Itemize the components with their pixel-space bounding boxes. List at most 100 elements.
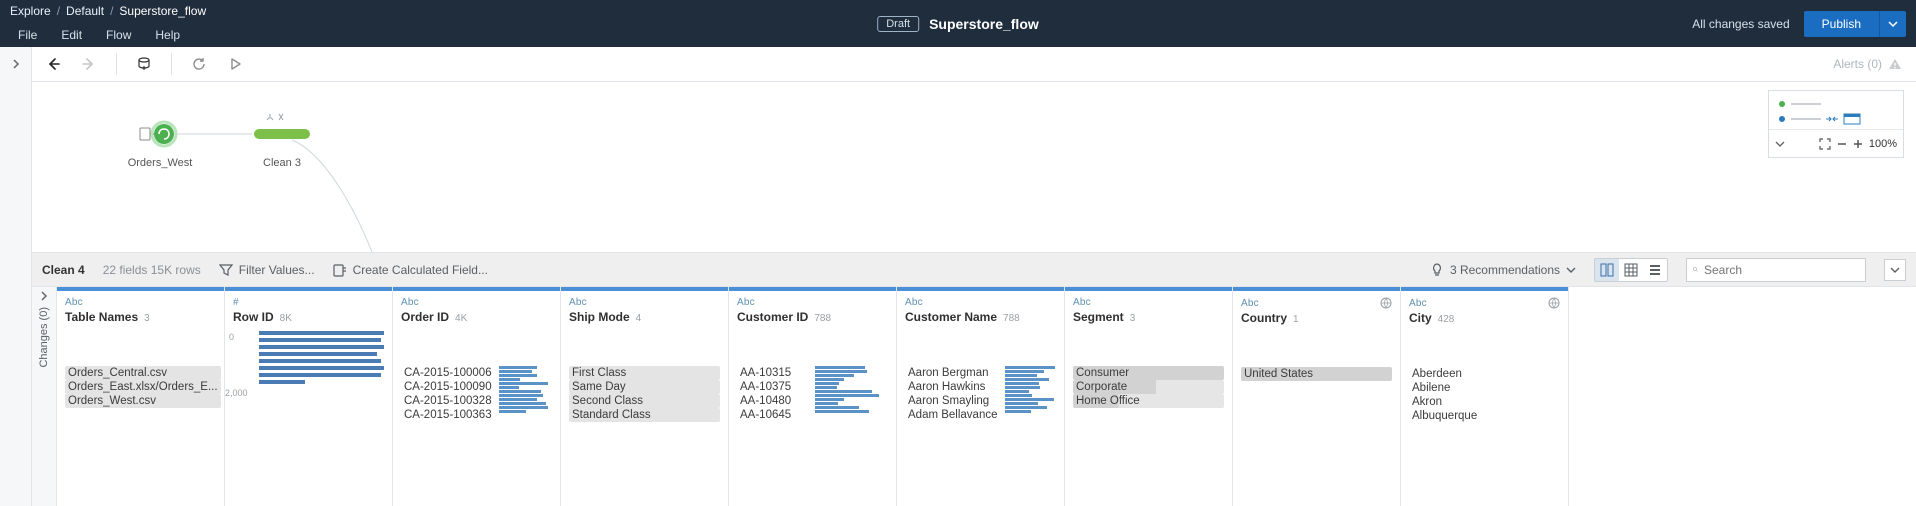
field-histogram[interactable]: 02,000 xyxy=(225,330,392,400)
refresh-button[interactable] xyxy=(186,51,212,77)
field-type-badge[interactable]: Abc xyxy=(65,297,83,308)
fit-screen-button[interactable] xyxy=(1819,138,1831,150)
view-profile-button[interactable] xyxy=(1595,259,1619,281)
field-name[interactable]: Segment xyxy=(1073,310,1124,324)
field-value[interactable]: Orders_West.csv xyxy=(65,394,221,408)
alerts-indicator[interactable]: Alerts (0) xyxy=(1833,57,1908,71)
field-value[interactable]: CA-2015-100328 xyxy=(401,394,495,408)
menu-flow[interactable]: Flow xyxy=(94,24,143,46)
create-calc-button[interactable]: Create Calculated Field... xyxy=(333,263,488,277)
filter-values-button[interactable]: Filter Values... xyxy=(219,263,315,277)
expand-changes[interactable] xyxy=(39,291,49,301)
profile-column[interactable]: AbcCity428AberdeenAbileneAkronAlbuquerqu… xyxy=(1401,287,1569,506)
field-value[interactable]: Aaron Hawkins xyxy=(905,380,1001,394)
zoom-out-button[interactable] xyxy=(1837,139,1847,149)
field-value[interactable]: Aberdeen xyxy=(1409,367,1560,381)
field-value[interactable]: CA-2015-100363 xyxy=(401,408,495,422)
field-name[interactable]: Country xyxy=(1241,311,1287,325)
geo-role-icon[interactable] xyxy=(1548,297,1560,309)
profile-column[interactable]: AbcOrder ID4KCA-2015-100006CA-2015-10009… xyxy=(393,287,561,506)
field-value[interactable]: Aaron Smayling xyxy=(905,394,1001,408)
breadcrumb-space[interactable]: Default xyxy=(66,4,104,18)
mini-histogram-bar xyxy=(815,406,860,409)
field-value[interactable]: Second Class xyxy=(569,394,720,408)
flow-canvas[interactable]: Orders_West Clean 3 xyxy=(32,82,1916,252)
profile-column[interactable]: AbcCustomer ID788AA-10315AA-10375AA-1048… xyxy=(729,287,897,506)
field-value[interactable]: Standard Class xyxy=(569,408,720,422)
geo-role-icon[interactable] xyxy=(1380,297,1392,309)
profile-column[interactable]: AbcCustomer Name788Aaron BergmanAaron Ha… xyxy=(897,287,1065,506)
publish-button[interactable]: Publish xyxy=(1804,11,1879,37)
profile-column[interactable]: AbcShip Mode4First ClassSame DaySecond C… xyxy=(561,287,729,506)
field-value[interactable]: United States xyxy=(1241,367,1392,381)
menu-file[interactable]: File xyxy=(6,24,49,46)
field-type-badge[interactable]: Abc xyxy=(569,297,587,308)
field-value[interactable]: Orders_East.xlsx/Orders_E... xyxy=(65,380,221,394)
histogram-bar[interactable] xyxy=(259,373,381,377)
field-value[interactable]: Abilene xyxy=(1409,381,1560,395)
search-box[interactable] xyxy=(1686,258,1866,282)
field-value[interactable]: Corporate xyxy=(1073,380,1224,394)
field-value[interactable]: Same Day xyxy=(569,380,720,394)
run-flow-button[interactable] xyxy=(222,51,248,77)
field-name[interactable]: Order ID xyxy=(401,310,449,324)
field-value[interactable]: AA-10315 xyxy=(737,366,811,380)
field-type-badge[interactable]: Abc xyxy=(905,297,923,308)
field-value[interactable]: Akron xyxy=(1409,395,1560,409)
profile-column[interactable]: AbcCountry1United States xyxy=(1233,287,1401,506)
field-name[interactable]: Customer Name xyxy=(905,310,997,324)
field-type-badge[interactable]: # xyxy=(233,297,239,308)
step-name[interactable]: Clean 4 xyxy=(42,263,85,277)
field-value[interactable]: CA-2015-100090 xyxy=(401,380,495,394)
field-value[interactable]: Aaron Bergman xyxy=(905,366,1001,380)
histogram-bar[interactable] xyxy=(259,345,384,349)
field-value[interactable]: First Class xyxy=(569,366,720,380)
histogram-bar[interactable] xyxy=(259,331,384,335)
grid-scroll-area[interactable]: AbcTable Names3Orders_Central.csvOrders_… xyxy=(57,287,1916,506)
histogram-bar[interactable] xyxy=(259,359,381,363)
field-value[interactable]: Adam Bellavance xyxy=(905,408,1001,422)
recommendations-dropdown[interactable]: 3 Recommendations xyxy=(1430,263,1576,277)
zoom-in-button[interactable] xyxy=(1853,139,1863,149)
histogram-bar[interactable] xyxy=(259,352,377,356)
search-input[interactable] xyxy=(1704,263,1859,277)
field-value[interactable]: Consumer xyxy=(1073,366,1224,380)
data-sample-button[interactable] xyxy=(131,51,157,77)
field-type-badge[interactable]: Abc xyxy=(401,297,419,308)
field-value[interactable]: AA-10645 xyxy=(737,408,811,422)
field-name[interactable]: City xyxy=(1409,311,1432,325)
histogram-bar[interactable] xyxy=(259,380,305,384)
back-button[interactable] xyxy=(40,51,66,77)
field-type-badge[interactable]: Abc xyxy=(1409,298,1427,309)
field-value[interactable]: AA-10480 xyxy=(737,394,811,408)
field-name[interactable]: Table Names xyxy=(65,310,138,324)
field-type-badge[interactable]: Abc xyxy=(737,297,755,308)
field-value[interactable]: CA-2015-100006 xyxy=(401,366,495,380)
profile-column[interactable]: AbcTable Names3Orders_Central.csvOrders_… xyxy=(57,287,225,506)
field-type-badge[interactable]: Abc xyxy=(1073,297,1091,308)
field-name[interactable]: Customer ID xyxy=(737,310,808,324)
node-label-input[interactable]: Orders_West xyxy=(120,157,200,169)
expand-left-rail[interactable] xyxy=(7,55,25,73)
field-value[interactable]: Orders_Central.csv xyxy=(65,366,221,380)
breadcrumb-root[interactable]: Explore xyxy=(10,4,51,18)
expand-profile-button[interactable] xyxy=(1884,259,1906,281)
flow-title[interactable]: Superstore_flow xyxy=(929,16,1039,32)
field-name[interactable]: Row ID xyxy=(233,310,274,324)
collapse-zoom-panel[interactable] xyxy=(1775,139,1785,149)
field-value[interactable]: Albuquerque xyxy=(1409,409,1560,423)
histogram-bar[interactable] xyxy=(259,366,384,370)
view-grid-button[interactable] xyxy=(1619,259,1643,281)
field-value[interactable]: AA-10375 xyxy=(737,380,811,394)
histogram-bar[interactable] xyxy=(259,338,381,342)
view-list-button[interactable] xyxy=(1643,259,1667,281)
menu-help[interactable]: Help xyxy=(143,24,192,46)
menu-edit[interactable]: Edit xyxy=(49,24,94,46)
field-value[interactable]: Home Office xyxy=(1073,394,1224,408)
field-type-badge[interactable]: Abc xyxy=(1241,298,1259,309)
publish-dropdown[interactable] xyxy=(1879,11,1906,37)
field-name[interactable]: Ship Mode xyxy=(569,310,630,324)
profile-column[interactable]: AbcSegment3ConsumerCorporateHome Office xyxy=(1065,287,1233,506)
node-label-clean[interactable]: Clean 3 xyxy=(254,157,310,169)
profile-column[interactable]: #Row ID8K02,000 xyxy=(225,287,393,506)
